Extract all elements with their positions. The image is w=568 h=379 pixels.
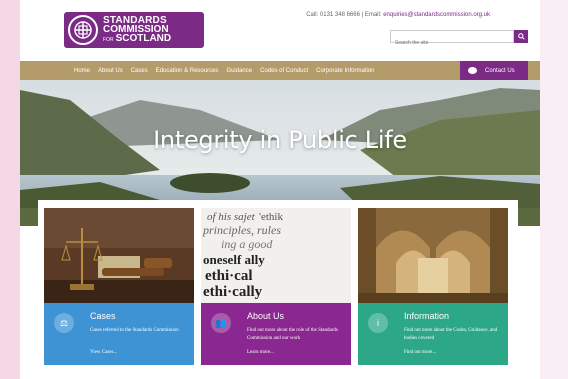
people-icon: 👥	[211, 313, 231, 333]
nav-item-about-us[interactable]: About Us	[98, 68, 123, 74]
card-about-link[interactable]: Learn more...	[247, 350, 274, 355]
celtic-knot-icon	[68, 15, 98, 45]
card-cases[interactable]: ⚖ Cases Cases referred to the Standards …	[44, 208, 194, 368]
nav-item-cases[interactable]: Cases	[131, 68, 148, 74]
call-label: Call:	[306, 12, 319, 18]
cloister-image	[358, 208, 508, 303]
logo-text: STANDARDS COMMISSION FOR SCOTLAND	[103, 15, 172, 45]
gavel-image	[44, 208, 194, 303]
dictionary-image: of his sajet 'ethik principles, rules in…	[201, 208, 351, 303]
card-info-text: Find out more about the Codes, Guidance,…	[404, 328, 498, 341]
svg-text:ethi·cally: ethi·cally	[203, 284, 263, 300]
search-box	[390, 30, 514, 49]
email-label: Email:	[364, 12, 382, 18]
nav-item-guidance[interactable]: Guidance	[226, 68, 252, 74]
background-right	[540, 0, 568, 379]
nav-item-home[interactable]: Home	[74, 68, 90, 74]
logo-line-3-prefix: FOR	[103, 36, 114, 43]
info-icon: i	[368, 313, 388, 333]
card-info-title: Information	[404, 311, 450, 321]
background-left	[0, 0, 20, 379]
svg-text:of his sajet: of his sajet	[207, 211, 256, 223]
contact-us-label: Contact Us	[485, 67, 515, 74]
phone-number[interactable]: 0131 348 6666	[320, 12, 360, 18]
card-information[interactable]: i Information Find out more about the Co…	[358, 208, 508, 368]
card-info-link[interactable]: Find out more...	[404, 350, 436, 355]
feature-cards: ⚖ Cases Cases referred to the Standards …	[38, 200, 518, 379]
search-icon	[517, 33, 525, 40]
site-logo[interactable]: STANDARDS COMMISSION FOR SCOTLAND	[64, 12, 204, 48]
nav-item-corporate-information[interactable]: Corporate Information	[316, 68, 374, 74]
nav-item-codes-of-conduct[interactable]: Codes of Conduct	[260, 68, 308, 74]
svg-text:ing a good: ing a good	[221, 237, 273, 251]
logo-line-3-main: SCOTLAND	[115, 32, 172, 44]
svg-text:ethi·cal: ethi·cal	[205, 268, 253, 284]
search-button[interactable]	[514, 30, 528, 43]
nav-item-education-resources[interactable]: Education & Resources	[156, 68, 219, 74]
speech-bubble-icon	[468, 67, 477, 74]
svg-text:oneself ally: oneself ally	[203, 252, 265, 267]
card-cases-text: Cases referred to the Standards Commissi…	[90, 328, 179, 333]
svg-text:principles, rules: principles, rules	[202, 223, 281, 237]
hero-title: Integrity in Public Life	[153, 126, 407, 154]
logo-line-3: FOR SCOTLAND	[103, 32, 172, 45]
card-info-panel: i Information Find out more about the Co…	[358, 303, 508, 365]
search-input[interactable]	[391, 37, 513, 49]
email-link[interactable]: enquiries@standardscommission.org.uk	[383, 12, 490, 18]
card-about-panel: 👥 About Us Find out more about the role …	[201, 303, 351, 365]
card-about-us[interactable]: of his sajet 'ethik principles, rules in…	[201, 208, 351, 368]
contact-info: Call: 0131 348 6666 | Email: enquiries@s…	[306, 12, 490, 18]
card-about-title: About Us	[247, 311, 285, 321]
scales-icon: ⚖	[54, 313, 74, 333]
card-cases-link[interactable]: View Cases...	[90, 350, 117, 355]
card-about-text: Find out more about the role of the Stan…	[247, 328, 338, 341]
card-cases-title: Cases	[90, 311, 116, 321]
card-cases-panel: ⚖ Cases Cases referred to the Standards …	[44, 303, 194, 365]
contact-us-button[interactable]: Contact Us	[460, 61, 528, 80]
svg-text:'ethik: 'ethik	[259, 211, 283, 223]
